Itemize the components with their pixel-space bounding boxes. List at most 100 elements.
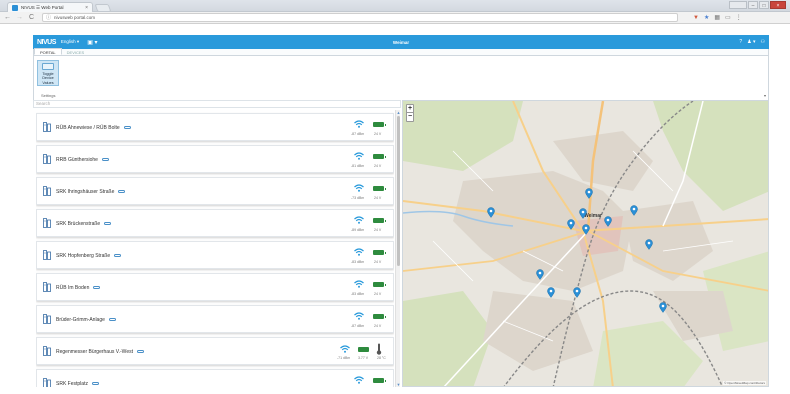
new-tab-button[interactable] — [94, 4, 112, 12]
toggle-device-values-button[interactable]: Toggle Device Values — [37, 60, 59, 86]
scroll-down-icon[interactable]: ▼ — [396, 382, 401, 387]
map-attribution: © OpenStreetMap contributors — [723, 381, 766, 385]
map-marker-icon[interactable] — [487, 207, 495, 218]
app-title: Weimar — [392, 39, 410, 45]
wifi-signal-icon — [354, 248, 364, 256]
profile-button[interactable] — [729, 1, 747, 9]
signal-strength: -73 dBm — [351, 196, 365, 200]
reload-button[interactable]: C — [28, 14, 35, 21]
wifi-signal-icon — [354, 376, 364, 384]
station-card[interactable]: RÜB Im Boden -83 dBm 24 V — [36, 273, 394, 301]
wifi-signal-icon — [354, 312, 364, 320]
tab-devices[interactable]: DEVICES — [62, 49, 90, 55]
temperature-value: 28 °C — [377, 356, 386, 360]
station-name: Brüder-Grimm-Anlage — [56, 317, 116, 323]
maximize-button[interactable]: □ — [759, 1, 769, 9]
info-icon[interactable]: ⓘ — [46, 14, 51, 21]
back-button[interactable]: ← — [4, 14, 11, 21]
browser-tab[interactable]: NIVUS ☰ Web Portal × — [7, 2, 93, 12]
forward-button[interactable]: → — [16, 14, 23, 21]
ribbon: PORTAL DEVICES Toggle Device Values Sett… — [33, 48, 769, 100]
map-marker-icon[interactable] — [659, 302, 667, 313]
signal-strength: -83 dBm — [351, 292, 365, 296]
map-marker-icon[interactable] — [567, 219, 575, 230]
network-icon[interactable]: ⚇ — [761, 39, 765, 45]
extension-icon[interactable]: ▦ — [714, 14, 720, 21]
map-marker-icon[interactable] — [579, 208, 587, 219]
map-view[interactable]: Weimar + − © OpenStreetMap contributors — [402, 100, 769, 387]
zoom-control: + − — [406, 104, 414, 122]
user-menu-icon[interactable]: ♟ ▾ — [747, 39, 755, 45]
battery-voltage: 3.77 V — [358, 356, 369, 360]
battery-voltage: 24 V — [374, 132, 382, 136]
battery-icon — [373, 250, 386, 255]
scrollbar-thumb[interactable] — [397, 116, 400, 266]
link-icon[interactable] — [91, 382, 99, 386]
window-controls: – □ × — [729, 1, 786, 9]
wifi-signal-icon — [354, 152, 364, 160]
signal-strength: -81 dBm — [351, 164, 365, 168]
address-bar-row: ← → C ⓘ nivusweb portal.com ▼ ★ ▦ ▭ ⋮ — [0, 12, 790, 24]
link-icon[interactable] — [101, 158, 109, 162]
link-icon[interactable] — [118, 190, 126, 194]
battery-icon — [373, 154, 386, 159]
device-icon — [43, 346, 51, 356]
cast-icon[interactable]: ▭ — [725, 14, 731, 21]
station-card[interactable]: SRK Ihringshäuser Straße -73 dBm 24 V — [36, 177, 394, 205]
scroll-up-icon[interactable]: ▲ — [396, 110, 401, 115]
map-marker-icon[interactable] — [585, 188, 593, 199]
link-icon[interactable] — [93, 286, 101, 290]
link-icon[interactable] — [104, 222, 112, 226]
station-name: SRK Brückenstraße — [56, 221, 112, 227]
list-scrollbar[interactable]: ▲ ▼ — [395, 110, 400, 387]
help-icon[interactable]: ? — [739, 39, 742, 45]
link-icon[interactable] — [123, 126, 131, 130]
link-icon[interactable] — [136, 350, 144, 354]
map-marker-icon[interactable] — [645, 239, 653, 250]
zoom-out-button[interactable]: − — [407, 113, 413, 121]
ribbon-collapse-icon[interactable]: ▾ — [764, 93, 766, 98]
search-input[interactable]: Search — [33, 100, 401, 108]
browser-titlebar: NIVUS ☰ Web Portal × – □ × — [0, 0, 790, 12]
minimize-button[interactable]: – — [748, 1, 758, 9]
map-canvas[interactable] — [403, 101, 769, 387]
close-window-button[interactable]: × — [770, 1, 786, 9]
signal-strength: -87 dBm — [351, 132, 365, 136]
tab-title: NIVUS ☰ Web Portal — [21, 4, 64, 10]
url-field[interactable]: ⓘ nivusweb portal.com — [42, 13, 678, 22]
map-marker-icon[interactable] — [536, 269, 544, 280]
zoom-in-button[interactable]: + — [407, 105, 413, 113]
station-card[interactable]: RÜB Ahnewiese / RÜB Bolte -87 dBm 24 V — [36, 113, 394, 141]
map-marker-icon[interactable] — [573, 287, 581, 298]
toggle-device-values-label: Toggle Device Values — [42, 71, 54, 85]
device-icon — [43, 282, 51, 292]
station-card[interactable]: Brüder-Grimm-Anlage -87 dBm 24 V — [36, 305, 394, 333]
device-icon — [43, 250, 51, 260]
battery-voltage: 24 V — [374, 292, 382, 296]
station-card[interactable]: RRB Günthersiohe -81 dBm 24 V — [36, 145, 394, 173]
map-marker-icon[interactable] — [582, 224, 590, 235]
battery-voltage: 24 V — [374, 260, 382, 264]
station-card[interactable]: Regenmesser Bürgerhaus V.-West -71 dBm 3.7… — [36, 337, 394, 365]
settings-group-label: Settings — [41, 93, 56, 98]
tab-close-icon[interactable]: × — [85, 5, 88, 11]
station-name: RÜB Im Boden — [56, 285, 101, 291]
station-card[interactable]: SRK Brückenstraße -89 dBm 24 V — [36, 209, 394, 237]
map-marker-icon[interactable] — [630, 205, 638, 216]
url-text: nivusweb portal.com — [54, 15, 96, 20]
tab-portal[interactable]: PORTAL — [34, 48, 62, 55]
station-name: RRB Günthersiohe — [56, 157, 109, 163]
station-card[interactable]: SRK Festplatz-69 dBm24 V — [36, 369, 394, 387]
battery-icon — [373, 282, 386, 287]
filter-extension-icon[interactable]: ▼ — [693, 15, 699, 21]
menu-icon[interactable]: ⋮ — [736, 14, 742, 21]
station-card[interactable]: SRK Hopfenberg Straße -83 dBm 24 V — [36, 241, 394, 269]
battery-icon — [373, 122, 386, 127]
link-icon[interactable] — [108, 318, 116, 322]
device-icon — [43, 218, 51, 228]
header-controls: ? ♟ ▾ ⚇ — [739, 39, 765, 45]
bookmark-star-icon[interactable]: ★ — [704, 14, 709, 21]
map-marker-icon[interactable] — [547, 287, 555, 298]
link-icon[interactable] — [114, 254, 122, 258]
map-marker-icon[interactable] — [604, 216, 612, 227]
